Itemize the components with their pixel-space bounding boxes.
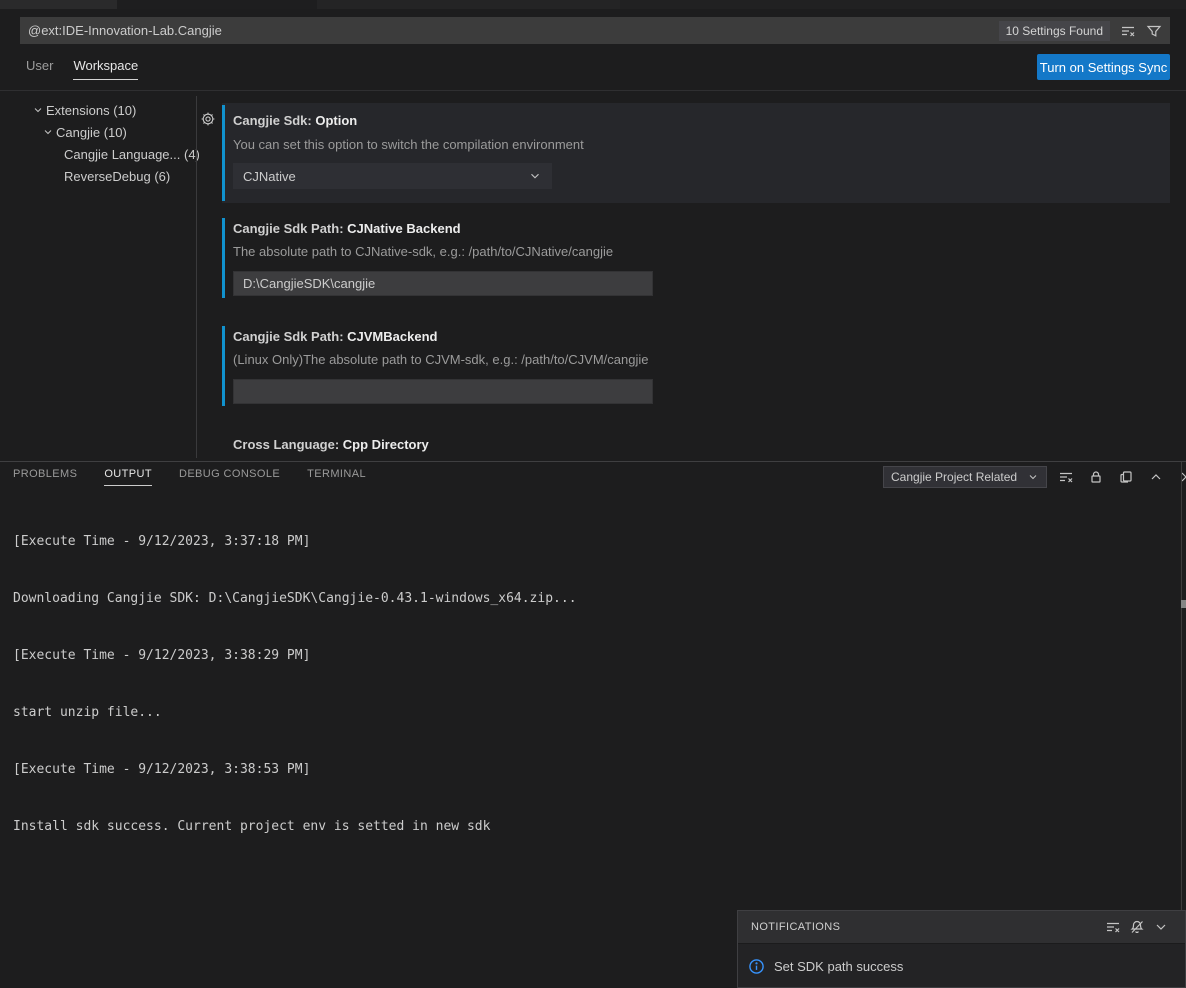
notification-message: Set SDK path success	[774, 959, 903, 974]
tab-terminal[interactable]: TERMINAL	[307, 468, 366, 486]
editor-tab-strip	[0, 0, 1186, 9]
toc-settings-sash[interactable]	[196, 96, 197, 458]
panel-tabs: PROBLEMS OUTPUT DEBUG CONSOLE TERMINAL	[13, 468, 366, 486]
setting-title: Cangjie Sdk: Option	[233, 113, 357, 128]
tab-output[interactable]: OUTPUT	[104, 468, 152, 486]
setting-title: Cross Language: Cpp Directory	[233, 437, 429, 452]
output-scrollbar-thumb[interactable]	[1181, 600, 1186, 608]
setting-title: Cangjie Sdk Path: CJVMBackend	[233, 329, 437, 344]
notification-item[interactable]: Set SDK path success	[738, 944, 1185, 988]
sdk-option-select[interactable]: CJNative	[233, 163, 552, 189]
output-line: Downloading Cangjie SDK: D:\CangjieSDK\C…	[13, 589, 1163, 608]
tab-user[interactable]: User	[26, 58, 53, 80]
do-not-disturb-icon[interactable]	[1127, 917, 1147, 937]
setting-title: Cangjie Sdk Path: CJNative Backend	[233, 221, 461, 236]
lock-icon[interactable]	[1086, 467, 1106, 487]
header-separator	[0, 90, 1186, 91]
tab-workspace[interactable]: Workspace	[73, 58, 138, 80]
output-line: start unzip file...	[13, 703, 1163, 722]
output-line: [Execute Time - 9/12/2023, 3:38:29 PM]	[13, 646, 1163, 665]
info-icon	[748, 958, 765, 975]
chevron-down-icon	[1027, 471, 1039, 483]
maximize-panel-icon[interactable]	[1146, 467, 1166, 487]
panel-separator	[0, 461, 1186, 462]
output-line: [Execute Time - 9/12/2023, 3:37:18 PM]	[13, 532, 1163, 551]
toc-item-label: Cangjie Language... (4)	[64, 147, 200, 162]
editor-tab-segment	[317, 0, 620, 9]
output-log[interactable]: [Execute Time - 9/12/2023, 3:37:18 PM] D…	[13, 494, 1163, 855]
settings-search-bar: 10 Settings Found	[20, 17, 1170, 44]
output-line: Install sdk success. Current project env…	[13, 817, 1163, 836]
settings-toc: Extensions (10) Cangjie (10) Cangjie Lan…	[0, 99, 196, 187]
chevron-down-icon	[528, 169, 542, 183]
notifications-header: NOTIFICATIONS	[738, 911, 1185, 944]
setting-description: The absolute path to CJNative-sdk, e.g.:…	[233, 244, 613, 259]
gear-icon[interactable]	[200, 111, 216, 127]
notifications-center: NOTIFICATIONS Set SDK path success	[737, 910, 1186, 988]
toc-item-cangjie-language[interactable]: Cangjie Language... (4)	[0, 143, 196, 165]
toc-item-label: ReverseDebug (6)	[64, 169, 170, 184]
settings-count-badge: 10 Settings Found	[999, 21, 1110, 41]
tab-debug-console[interactable]: DEBUG CONSOLE	[179, 468, 280, 486]
setting-description: You can set this option to switch the co…	[233, 137, 584, 152]
turn-on-settings-sync-button[interactable]: Turn on Settings Sync	[1037, 54, 1170, 80]
settings-scope-tabs: User Workspace	[26, 58, 138, 80]
settings-search-input[interactable]	[20, 17, 999, 44]
tab-problems[interactable]: PROBLEMS	[13, 468, 77, 486]
chevron-down-icon	[30, 102, 46, 118]
toc-item-label: Extensions (10)	[46, 103, 136, 118]
toc-item-label: Cangjie (10)	[56, 125, 127, 140]
toc-item-cangjie[interactable]: Cangjie (10)	[0, 121, 196, 143]
open-output-in-editor-icon[interactable]	[1116, 467, 1136, 487]
clear-all-notifications-icon[interactable]	[1103, 917, 1123, 937]
toc-item-reversedebug[interactable]: ReverseDebug (6)	[0, 165, 196, 187]
cjvm-sdk-path-input[interactable]	[233, 379, 653, 404]
select-value: CJNative	[243, 169, 296, 184]
toc-item-extensions[interactable]: Extensions (10)	[0, 99, 196, 121]
filter-icon[interactable]	[1144, 21, 1164, 41]
setting-description: (Linux Only)The absolute path to CJVM-sd…	[233, 352, 648, 367]
modified-indicator	[222, 218, 225, 298]
notifications-title: NOTIFICATIONS	[751, 921, 1103, 933]
clear-search-results-icon[interactable]	[1118, 21, 1138, 41]
select-value: Cangjie Project Related	[891, 470, 1017, 484]
editor-tab-segment-active	[117, 0, 317, 9]
panel-actions	[1056, 467, 1186, 487]
modified-indicator	[222, 326, 225, 406]
collapse-notifications-icon[interactable]	[1151, 917, 1171, 937]
chevron-down-icon	[40, 124, 56, 140]
clear-output-icon[interactable]	[1056, 467, 1076, 487]
editor-tab-segment	[0, 0, 117, 9]
output-line: [Execute Time - 9/12/2023, 3:38:53 PM]	[13, 760, 1163, 779]
cjnative-sdk-path-input[interactable]	[233, 271, 653, 296]
output-channel-select[interactable]: Cangjie Project Related	[883, 466, 1047, 488]
modified-indicator	[222, 105, 225, 201]
